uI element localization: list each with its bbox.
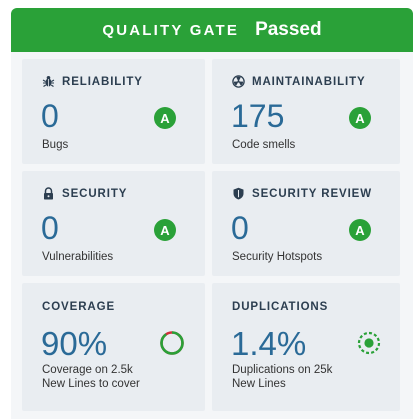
bugs-count[interactable]: 0 <box>41 100 59 132</box>
shield-icon <box>232 187 245 200</box>
coverage-card[interactable]: COVERAGE 90% Coverage on 2.5k New Lines … <box>22 283 205 411</box>
security-review-grade-badge[interactable]: A <box>349 219 371 241</box>
code-smells-label: Code smells <box>232 139 296 151</box>
security-review-card[interactable]: SECURITY REVIEW 0 Security Hotspots A <box>212 171 400 276</box>
vulnerabilities-count[interactable]: 0 <box>41 212 59 244</box>
bugs-label: Bugs <box>42 139 69 151</box>
coverage-donut-icon <box>160 331 184 355</box>
maintainability-card[interactable]: MAINTAINABILITY 175 Code smells A <box>212 59 400 164</box>
duplications-description: Duplications on 25k New Lines <box>232 364 333 390</box>
maintainability-title: MAINTAINABILITY <box>232 75 366 88</box>
reliability-card[interactable]: RELIABILITY 0 Bugs A <box>22 59 205 164</box>
maintainability-grade-badge[interactable]: A <box>349 107 371 129</box>
security-hotspots-count[interactable]: 0 <box>231 212 249 244</box>
quality-gate-header: QUALITY GATE Passed <box>11 8 413 52</box>
coverage-description: Coverage on 2.5k New Lines to cover <box>42 364 140 390</box>
bug-icon <box>42 75 55 88</box>
vulnerabilities-label: Vulnerabilities <box>42 251 114 263</box>
reliability-grade-badge[interactable]: A <box>154 107 176 129</box>
security-title: SECURITY <box>42 187 127 200</box>
coverage-percentage[interactable]: 90% <box>41 327 107 360</box>
quality-gate-status: Passed <box>255 19 322 40</box>
radiation-icon <box>232 75 245 88</box>
security-hotspots-label: Security Hotspots <box>232 251 323 263</box>
security-review-title: SECURITY REVIEW <box>232 187 372 200</box>
code-smells-count[interactable]: 175 <box>231 100 284 132</box>
duplications-percentage[interactable]: 1.4% <box>231 327 306 360</box>
security-card[interactable]: SECURITY 0 Vulnerabilities A <box>22 171 205 276</box>
coverage-covered-arc <box>160 331 184 355</box>
duplication-level-icon <box>357 331 381 355</box>
lock-icon <box>42 187 55 200</box>
reliability-title: RELIABILITY <box>42 75 143 88</box>
coverage-title: COVERAGE <box>42 301 116 313</box>
quality-gate-label: QUALITY GATE <box>102 21 240 39</box>
duplications-card[interactable]: DUPLICATIONS 1.4% Duplications on 25k Ne… <box>212 283 400 411</box>
security-grade-badge[interactable]: A <box>154 219 176 241</box>
duplications-title: DUPLICATIONS <box>232 301 329 313</box>
